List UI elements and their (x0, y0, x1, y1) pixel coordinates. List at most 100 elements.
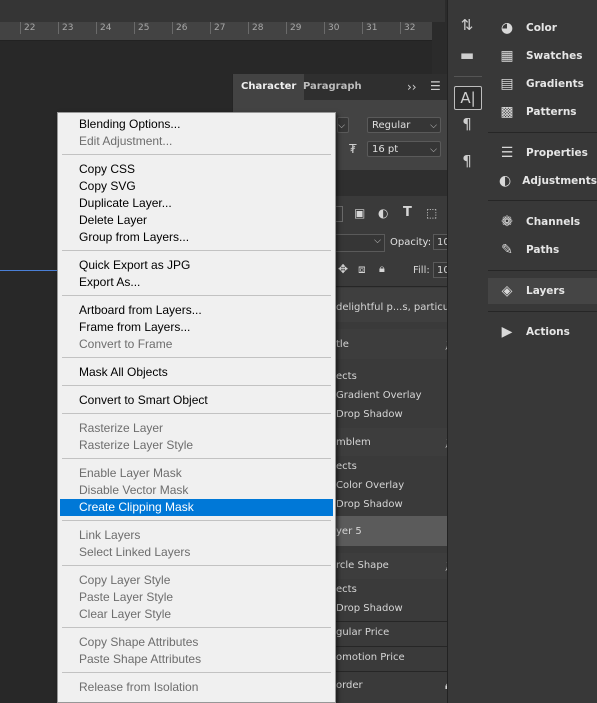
layer-name: tle (336, 339, 349, 350)
menu-item-blending-options[interactable]: Blending Options... (60, 116, 333, 133)
effect-item[interactable]: Color Overlay (336, 480, 404, 491)
font-family-dropdown[interactable]: ⌵ (337, 117, 349, 133)
panel-item-label: Actions (526, 326, 570, 338)
blend-mode-dropdown[interactable]: ⌵ (336, 234, 385, 252)
filter-shape-icon[interactable]: ⬚ (426, 206, 437, 220)
ruler-tick: 32 (400, 22, 415, 34)
opacity-label: Opacity: (390, 237, 432, 248)
effect-item[interactable]: Drop Shadow (336, 603, 403, 614)
panel-collapse-icon[interactable]: ›› (407, 80, 417, 94)
menu-item-enable-layer-mask: Enable Layer Mask (79, 466, 182, 480)
ruler-tick: 22 (20, 22, 35, 34)
panel-menu-icon[interactable]: ☰ (430, 79, 441, 93)
layer-context-menu: Blending Options... Edit Adjustment... C… (57, 112, 336, 703)
effects-label: ects (336, 461, 357, 472)
layer-name: yer 5 (336, 526, 362, 537)
panel-item-channels[interactable]: ❁ Channels (488, 209, 597, 235)
play-icon: ▶ (501, 324, 513, 340)
filter-kind-dropdown[interactable] (336, 206, 343, 222)
half-circle-icon: ◐ (498, 173, 512, 189)
panel-item-label: Channels (526, 216, 581, 228)
menu-item-copy-layer-style: Copy Layer Style (79, 573, 171, 587)
character-panel-tabs: Character Paragraph ›› ☰ (233, 74, 447, 100)
panel-item-color[interactable]: ◕ Color (488, 15, 597, 41)
panel-item-gradients[interactable]: ▤ Gradients (488, 71, 597, 97)
font-style-dropdown[interactable]: Regular ⌵ (367, 117, 441, 133)
menu-item-rasterize-layer: Rasterize Layer (79, 421, 164, 435)
menu-item-create-clipping-mask[interactable]: Create Clipping Mask (60, 499, 333, 516)
character-icon[interactable]: A| (454, 86, 482, 110)
layer-name: order (336, 680, 363, 691)
effect-item[interactable]: Gradient Overlay (336, 390, 422, 401)
menu-item-convert-to-smart-object[interactable]: Convert to Smart Object (60, 392, 333, 409)
menu-item-clear-layer-style: Clear Layer Style (79, 607, 172, 621)
panel-item-label: Swatches (526, 50, 583, 62)
font-size-icon: ₮ (349, 142, 357, 156)
filter-type-icon[interactable]: T (403, 205, 412, 220)
pattern-icon: ▩ (500, 104, 514, 120)
menu-item-duplicate-layer[interactable]: Duplicate Layer... (60, 195, 333, 212)
font-size-dropdown[interactable]: 16 pt ⌵ (367, 141, 441, 157)
ruler-tick: 24 (96, 22, 111, 34)
menu-item-rasterize-layer-style: Rasterize Layer Style (79, 438, 194, 452)
history-icon[interactable]: ⇅ (454, 14, 480, 36)
lock-position-icon[interactable]: ✥ (338, 262, 348, 276)
layer-name: gular Price (336, 627, 390, 638)
ruler-tick: 28 (248, 22, 263, 34)
panel-item-adjustments[interactable]: ◐ Adjustments (488, 168, 597, 194)
panel-item-label: Layers (526, 285, 565, 297)
paragraph-icon[interactable]: ¶ (454, 113, 480, 135)
panel-item-actions[interactable]: ▶ Actions (488, 319, 597, 345)
menu-item-group-from-layers[interactable]: Group from Layers... (60, 229, 333, 246)
panel-item-paths[interactable]: ✎ Paths (488, 237, 597, 263)
tab-paragraph[interactable]: Paragraph (295, 74, 370, 100)
pen-path-icon: ✎ (501, 242, 513, 258)
layer-name: rcle Shape (336, 560, 389, 571)
ruler-tick: 29 (286, 22, 301, 34)
menu-item-mask-all-objects[interactable]: Mask All Objects (60, 364, 333, 381)
menu-item-export-as[interactable]: Export As... (60, 274, 333, 291)
menu-item-frame-from-layers[interactable]: Frame from Layers... (60, 319, 333, 336)
panel-item-label: Properties (526, 147, 588, 159)
filter-adjustment-icon[interactable]: ◐ (378, 206, 388, 220)
panel-item-layers[interactable]: ◈ Layers (488, 278, 597, 304)
comment-icon[interactable]: ▬ (454, 44, 480, 66)
channels-icon: ❁ (501, 214, 513, 230)
menu-item-copy-css[interactable]: Copy CSS (60, 161, 333, 178)
effects-label: ects (336, 584, 357, 595)
menu-item-select-linked-layers: Select Linked Layers (79, 545, 191, 559)
panel-item-swatches[interactable]: ▦ Swatches (488, 43, 597, 69)
panel-item-label: Adjustments (522, 175, 597, 187)
menu-item-edit-adjustment: Edit Adjustment... (79, 134, 173, 148)
menu-item-copy-svg[interactable]: Copy SVG (60, 178, 333, 195)
effect-item[interactable]: Drop Shadow (336, 499, 403, 510)
panel-item-patterns[interactable]: ▩ Patterns (488, 99, 597, 125)
lock-all-icon[interactable]: 🔒︎ (379, 262, 385, 276)
font-size-value: 16 pt (372, 144, 399, 155)
document-tab-strip (0, 0, 445, 22)
filter-image-icon[interactable]: ▣ (354, 206, 365, 220)
menu-item-disable-vector-mask: Disable Vector Mask (79, 483, 189, 497)
paragraph-style-icon[interactable]: ¶ (454, 150, 480, 172)
effects-label: ects (336, 371, 357, 382)
fill-label: Fill: (413, 265, 430, 276)
ruler-tick: 25 (134, 22, 149, 34)
font-style-value: Regular (372, 120, 411, 131)
menu-item-delete-layer[interactable]: Delete Layer (60, 212, 333, 229)
layer-name: mblem (336, 437, 371, 448)
ruler-tick: 30 (324, 22, 339, 34)
menu-item-quick-export-jpg[interactable]: Quick Export as JPG (60, 257, 333, 274)
menu-item-link-layers: Link Layers (79, 528, 141, 542)
gradient-icon: ▤ (500, 76, 514, 92)
lock-artboard-icon[interactable]: ⧈ (358, 262, 366, 277)
menu-item-paste-shape-attributes: Paste Shape Attributes (79, 652, 202, 666)
panel-item-properties[interactable]: ☰ Properties (488, 140, 597, 166)
panel-item-label: Color (526, 22, 557, 34)
menu-item-artboard-from-layers[interactable]: Artboard from Layers... (60, 302, 333, 319)
panel-item-label: Gradients (526, 78, 584, 90)
grid-icon: ▦ (500, 48, 514, 64)
panel-item-label: Paths (526, 244, 560, 256)
effect-item[interactable]: Drop Shadow (336, 409, 403, 420)
tab-character[interactable]: Character (233, 74, 305, 100)
palette-icon: ◕ (500, 20, 514, 36)
